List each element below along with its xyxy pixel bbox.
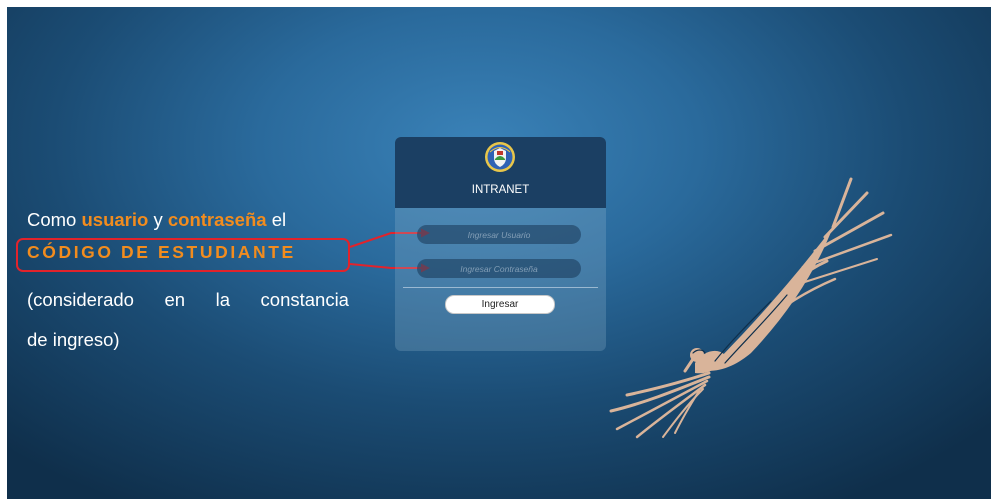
intranet-login-screen: Como usuario y contraseña el (considerad… — [7, 7, 991, 499]
username-input[interactable] — [417, 225, 581, 244]
university-crest-icon — [485, 142, 515, 172]
form-divider — [403, 287, 598, 288]
ingresar-button[interactable]: Ingresar — [445, 295, 555, 314]
condor-illustration — [609, 177, 893, 439]
password-input[interactable] — [417, 259, 581, 278]
